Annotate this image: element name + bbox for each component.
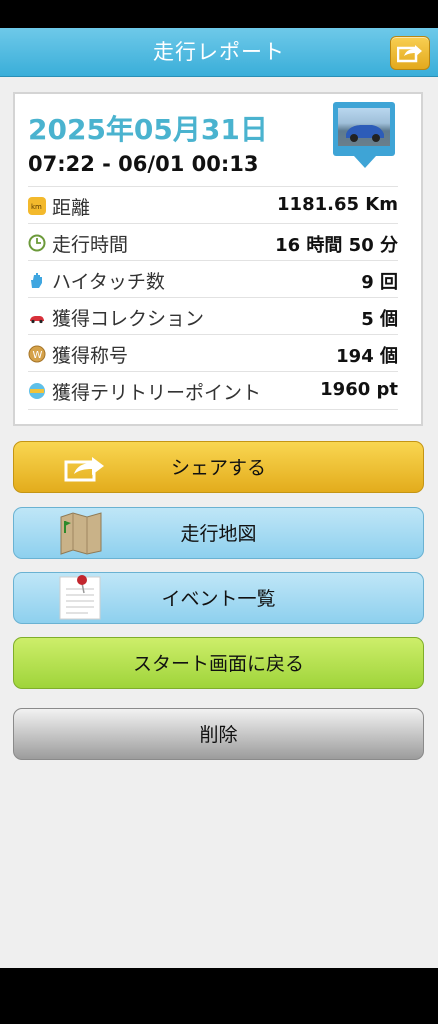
stat-value: 1960 pt <box>320 379 398 400</box>
stat-row-drive-time: 走行時間 16 時間 50 分 <box>28 223 398 261</box>
drive-map-button-label: 走行地図 <box>180 523 257 545</box>
share-button[interactable]: シェアする <box>13 441 424 493</box>
medal-icon: W <box>28 345 46 363</box>
car-photo <box>338 108 390 146</box>
app-header: 走行レポート <box>0 28 438 77</box>
stat-value: 9 回 <box>361 272 398 293</box>
stat-label: 獲得コレクション <box>52 308 205 330</box>
clock-icon <box>28 234 46 252</box>
event-list-button[interactable]: イベント一覧 <box>13 572 424 624</box>
share-button-label: シェアする <box>170 457 266 479</box>
back-to-start-button[interactable]: スタート画面に戻る <box>13 637 424 689</box>
thumbnail-pointer <box>354 156 376 168</box>
stat-label: 獲得テリトリーポイント <box>52 382 262 404</box>
hand-icon <box>28 271 46 289</box>
report-date: 2025年05月31日 <box>28 113 268 146</box>
header-share-button[interactable] <box>390 36 430 70</box>
stat-label: 走行時間 <box>52 234 129 256</box>
territory-icon <box>28 382 46 400</box>
stat-row-collection: 獲得コレクション 5 個 <box>28 297 398 335</box>
stat-label: 獲得称号 <box>52 345 129 367</box>
stat-label: ハイタッチ数 <box>52 271 165 293</box>
map-icon <box>60 512 102 555</box>
stat-row-titles: W 獲得称号 194 個 <box>28 334 398 372</box>
share-icon <box>397 45 422 63</box>
svg-text:km: km <box>31 203 42 211</box>
stat-row-distance: km 距離 1181.65 Km <box>28 186 398 224</box>
memo-pin-icon <box>59 575 101 620</box>
stat-value: 16 時間 50 分 <box>275 235 398 256</box>
report-time-range: 07:22 - 06/01 00:13 <box>28 152 259 176</box>
report-card: 2025年05月31日 07:22 - 06/01 00:13 km 距離 11… <box>13 92 423 426</box>
stat-value: 1181.65 Km <box>277 194 398 215</box>
navigation-bar <box>0 968 438 1024</box>
car-photo-thumbnail[interactable] <box>333 102 395 156</box>
svg-text:W: W <box>33 350 43 361</box>
car-icon <box>28 308 46 326</box>
stat-row-high-touch: ハイタッチ数 9 回 <box>28 260 398 298</box>
event-list-button-label: イベント一覧 <box>161 588 276 610</box>
back-to-start-button-label: スタート画面に戻る <box>132 653 304 675</box>
share-icon <box>64 457 104 482</box>
stat-label: 距離 <box>52 197 91 219</box>
stat-value: 5 個 <box>361 309 398 330</box>
delete-button[interactable]: 削除 <box>13 708 424 760</box>
stat-row-territory: 獲得テリトリーポイント 1960 pt <box>28 371 398 410</box>
stat-value: 194 個 <box>336 346 398 367</box>
km-icon: km <box>28 197 46 215</box>
page-title: 走行レポート <box>153 40 285 64</box>
delete-button-label: 削除 <box>199 724 238 746</box>
drive-map-button[interactable]: 走行地図 <box>13 507 424 559</box>
status-bar <box>0 0 438 28</box>
